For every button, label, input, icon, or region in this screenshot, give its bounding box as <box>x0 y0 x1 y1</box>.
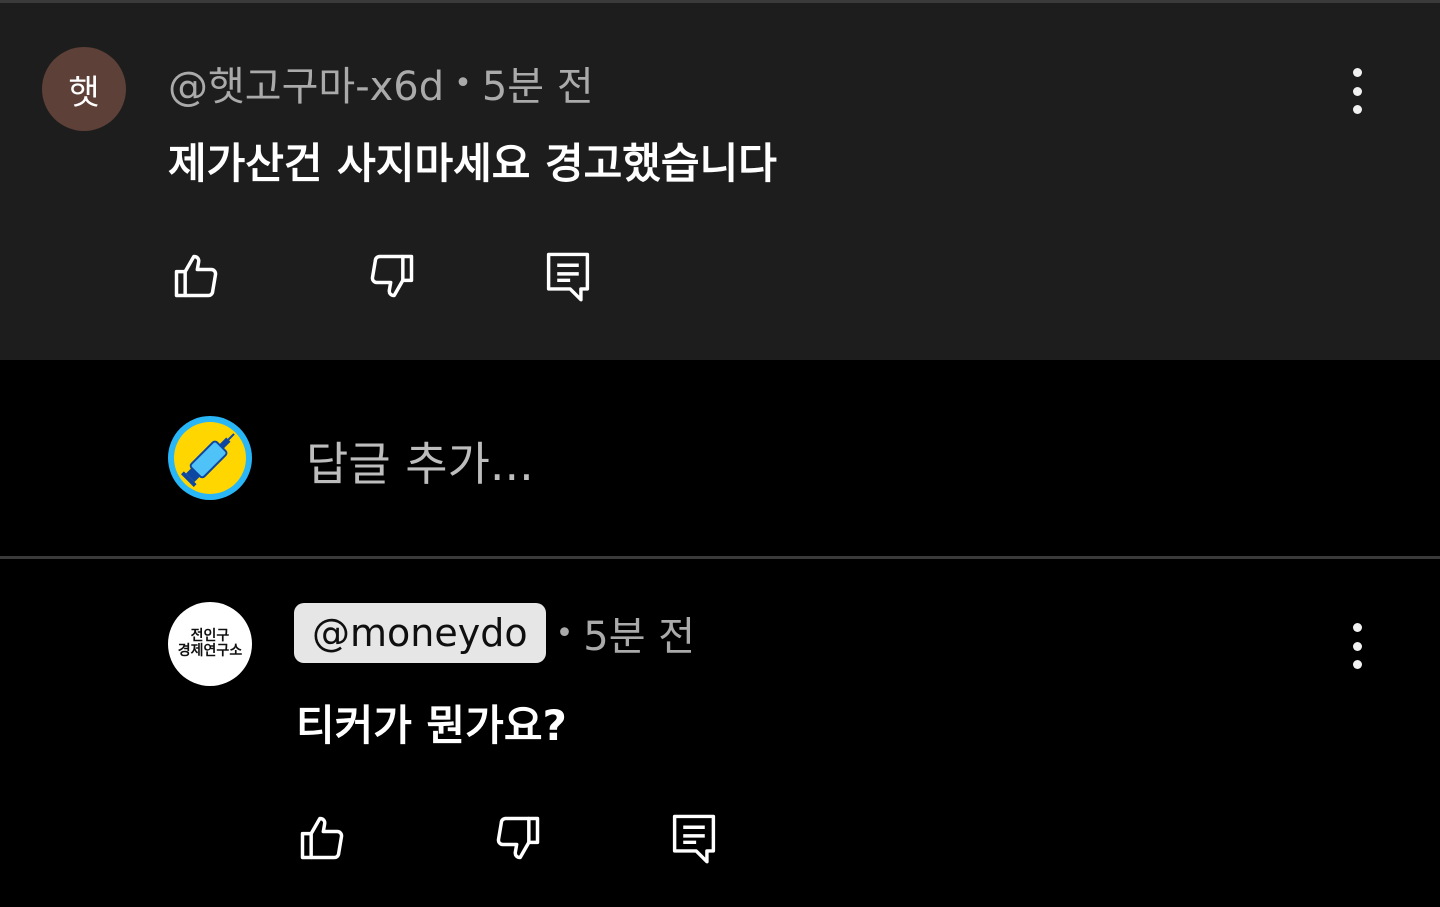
comment-author[interactable]: @햇고구마-x6d <box>168 54 444 112</box>
thumbs-down-icon <box>370 254 414 298</box>
section-divider <box>0 556 1440 559</box>
comments-screen: 햇 @햇고구마-x6d • 5분 전 제가산건 사지마세요 경고했습니다 답글 … <box>0 0 1440 907</box>
more-vert-icon[interactable] <box>1342 66 1372 116</box>
reply-button[interactable] <box>664 808 724 868</box>
thumbs-down-icon <box>496 816 540 860</box>
meta-separator: • <box>555 615 574 651</box>
comment-text: 티커가 뭔가요? <box>296 701 567 750</box>
comment-text: 제가산건 사지마세요 경고했습니다 <box>168 139 777 188</box>
comment-meta: @moneydo • 5분 전 <box>294 603 695 663</box>
thumbs-up-icon <box>300 816 344 860</box>
comment-icon <box>546 252 590 302</box>
user-avatar <box>168 416 252 500</box>
more-vert-icon[interactable] <box>1342 621 1372 671</box>
comment-meta: @햇고구마-x6d • 5분 전 <box>168 54 594 112</box>
like-button[interactable] <box>292 808 352 868</box>
comment-author-chip[interactable]: @moneydo <box>294 603 546 663</box>
avatar[interactable]: 햇 <box>42 47 126 131</box>
thumbs-up-icon <box>174 254 218 298</box>
meta-separator: • <box>454 65 472 101</box>
comment-icon <box>672 814 716 864</box>
reply-input[interactable]: 답글 추가... <box>306 428 534 494</box>
avatar[interactable]: 전인구 경제연구소 <box>168 602 252 686</box>
syringe-icon <box>174 422 246 494</box>
reply-button[interactable] <box>538 246 598 306</box>
comment-time: 5분 전 <box>583 614 696 660</box>
avatar-initial: 햇 <box>68 72 100 113</box>
avatar-logo-line1: 전인구 <box>190 628 230 645</box>
comment-time: 5분 전 <box>481 64 594 110</box>
dislike-button[interactable] <box>362 246 422 306</box>
like-button[interactable] <box>166 246 226 306</box>
dislike-button[interactable] <box>488 808 548 868</box>
avatar-logo-line2: 경제연구소 <box>177 643 243 659</box>
